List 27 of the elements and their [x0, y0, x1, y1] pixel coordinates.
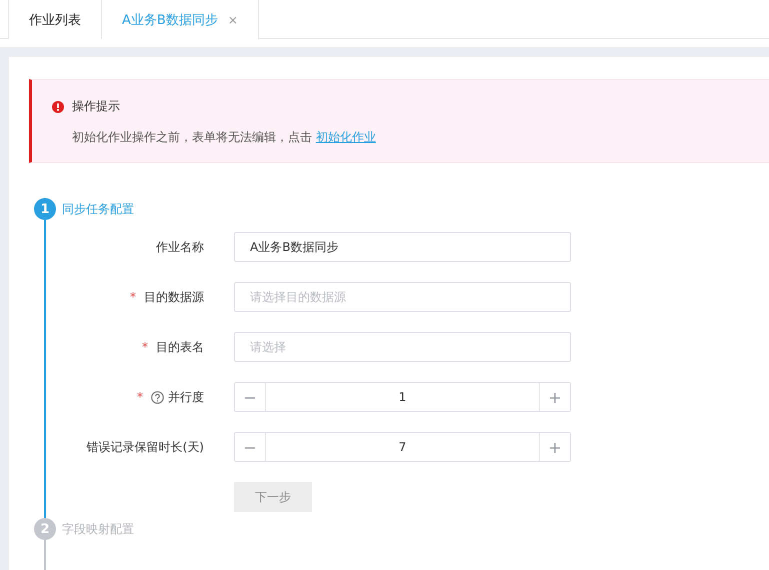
number-stepper[interactable]: − 1 +: [234, 382, 571, 412]
text-field[interactable]: A业务B数据同步: [234, 232, 571, 262]
step-number: 2: [34, 518, 56, 540]
number-stepper[interactable]: − 7 +: [234, 432, 571, 462]
close-icon[interactable]: ×: [228, 12, 238, 26]
tab[interactable]: A业务B数据同步 ×: [102, 0, 259, 40]
step-title: 字段映射配置: [62, 521, 134, 538]
required-mark: *: [130, 290, 136, 304]
help-icon[interactable]: [151, 390, 164, 404]
number-field[interactable]: 1: [265, 383, 540, 411]
field-label: 错误记录保留时长(天): [86, 438, 204, 456]
step-number: 1: [34, 198, 56, 220]
field-label: 作业名称: [156, 238, 204, 256]
required-mark: *: [142, 340, 148, 354]
number-field[interactable]: 7: [265, 433, 540, 461]
field-label: 目的数据源: [144, 288, 204, 306]
init-link[interactable]: 初始化作业: [316, 130, 376, 144]
select-field[interactable]: 请选择目的数据源: [234, 282, 571, 312]
field-label: 并行度: [168, 388, 204, 406]
alert-title: 操作提示: [72, 98, 120, 115]
step-title: 同步任务配置: [62, 201, 135, 218]
field-label: 目的表名: [156, 338, 204, 356]
required-mark: *: [137, 390, 143, 404]
warning-icon: [52, 100, 64, 112]
select-field[interactable]: 请选择: [234, 332, 571, 362]
alert-message: 初始化作业操作之前，表单将无法编辑，点击 初始化作业: [71, 129, 377, 146]
tab[interactable]: 作业列表: [8, 0, 102, 39]
